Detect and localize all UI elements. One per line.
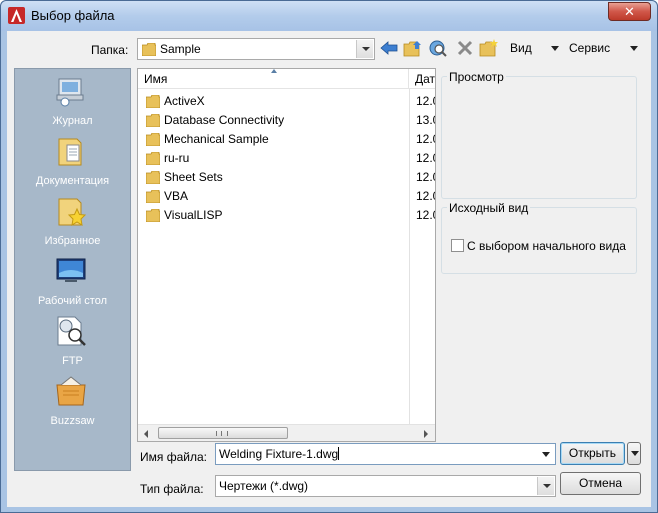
folder-icon: [146, 133, 160, 146]
file-list-row[interactable]: Database Connectivity13.0: [138, 111, 435, 130]
place-ftp-label: FTP: [62, 355, 83, 367]
desktop-icon: [56, 258, 86, 282]
folder-icon: [146, 209, 160, 222]
scroll-left-icon[interactable]: [144, 430, 148, 438]
preview-group: [441, 76, 637, 199]
filetype-label: Тип файла:: [140, 482, 204, 496]
column-header-name-label: Имя: [144, 72, 168, 86]
cancel-button[interactable]: Отмена: [560, 472, 641, 495]
scrollbar-grip: [216, 431, 228, 436]
place-buzzsaw-label: Buzzsaw: [50, 415, 95, 427]
history-icon: [56, 78, 84, 107]
place-favorites[interactable]: Избранное: [15, 191, 130, 251]
file-list-row[interactable]: Sheet Sets12.0: [138, 168, 435, 187]
filetype-value: Чертежи (*.dwg): [219, 479, 309, 493]
place-favorites-label: Избранное: [44, 235, 101, 247]
view-menu-button[interactable]: Вид: [510, 41, 532, 55]
file-list-row[interactable]: ru-ru12.0: [138, 149, 435, 168]
filename-value: Welding Fixture-1.dwg: [219, 447, 340, 461]
folder-icon: [146, 171, 160, 184]
close-button[interactable]: ✕: [608, 2, 651, 21]
window-title: Выбор файла: [31, 8, 115, 23]
initial-view-title: Исходный вид: [447, 201, 531, 215]
filetype-combo[interactable]: Чертежи (*.dwg): [215, 475, 556, 497]
initial-view-checkbox[interactable]: [451, 239, 464, 252]
folder-icon: [146, 95, 160, 108]
filename-text: Welding Fixture-1.dwg: [219, 447, 339, 461]
delete-icon[interactable]: [455, 39, 475, 57]
back-arrow-icon[interactable]: [379, 39, 399, 57]
open-button[interactable]: Открыть: [560, 442, 625, 465]
folder-icon: [146, 152, 160, 165]
folder-combo-value: Sample: [160, 42, 201, 56]
file-name: Sheet Sets: [164, 170, 223, 184]
folder-combo[interactable]: Sample: [137, 38, 375, 60]
place-ftp[interactable]: FTP: [15, 311, 130, 371]
sort-ascending-icon: [271, 69, 277, 73]
place-history-label: Журнал: [52, 115, 93, 127]
column-header-date-label: Дат: [415, 72, 436, 86]
filename-input[interactable]: Welding Fixture-1.dwg: [215, 443, 556, 465]
file-list-row[interactable]: VisualLISP12.0: [138, 206, 435, 225]
file-name: Mechanical Sample: [164, 132, 269, 146]
text-caret: [338, 447, 340, 460]
folder-icon: [146, 114, 160, 127]
buzzsaw-icon: [56, 376, 86, 406]
scrollbar-thumb[interactable]: [158, 427, 288, 439]
file-list-row[interactable]: Mechanical Sample12.0: [138, 130, 435, 149]
file-list-row[interactable]: VBA12.0: [138, 187, 435, 206]
file-name: VisualLISP: [164, 208, 223, 222]
file-list-row[interactable]: ActiveX12.0: [138, 92, 435, 111]
filename-dropdown-icon[interactable]: [542, 452, 550, 457]
view-dropdown-icon[interactable]: [551, 46, 559, 51]
up-folder-icon[interactable]: [403, 39, 423, 57]
column-header-name[interactable]: Имя: [138, 69, 409, 89]
folder-label: Папка:: [91, 43, 128, 57]
folder-combo-dropdown-icon[interactable]: [356, 40, 373, 58]
file-name: Database Connectivity: [164, 113, 285, 127]
preview-title: Просмотр: [447, 70, 506, 84]
place-documents-label: Документация: [35, 175, 110, 187]
file-name: ActiveX: [164, 94, 205, 108]
scroll-right-icon[interactable]: [424, 430, 428, 438]
autocad-app-icon: [8, 7, 25, 24]
file-name: VBA: [164, 189, 189, 203]
file-list: Имя Дат ActiveX12.0Database Connectivity…: [137, 68, 436, 442]
place-desktop-label: Рабочий стол: [37, 295, 108, 307]
search-web-icon[interactable]: [428, 39, 448, 57]
column-header-date[interactable]: Дат: [409, 69, 435, 89]
tools-menu-button[interactable]: Сервис: [569, 41, 610, 55]
place-buzzsaw[interactable]: Buzzsaw: [15, 371, 130, 431]
date-column-area: [409, 89, 435, 424]
folder-icon: [142, 43, 156, 56]
tools-dropdown-icon[interactable]: [630, 46, 638, 51]
ftp-icon: [57, 316, 86, 346]
new-folder-icon[interactable]: [479, 39, 499, 57]
place-desktop[interactable]: Рабочий стол: [15, 251, 130, 311]
filetype-dropdown-icon[interactable]: [537, 477, 554, 495]
favorites-folder-icon: [58, 198, 87, 226]
open-options-dropdown-icon: [631, 451, 639, 456]
folder-icon: [146, 190, 160, 203]
place-history[interactable]: Журнал: [15, 71, 130, 131]
file-dialog-window: Выбор файла ✕ Папка: Sample Вид Сервис Ж…: [0, 0, 658, 513]
dialog-body: Папка: Sample Вид Сервис Журнал Документ…: [7, 31, 651, 507]
initial-view-checkbox-label[interactable]: С выбором начального вида: [467, 239, 626, 253]
folder-label-text: Папка:: [91, 43, 129, 57]
title-bar[interactable]: Выбор файла ✕: [1, 1, 657, 31]
open-options-button[interactable]: [627, 442, 641, 465]
places-bar: Журнал Документация Избранное Рабочий ст…: [14, 68, 131, 471]
documents-folder-icon: [58, 138, 82, 166]
filename-label: Имя файла:: [140, 450, 207, 464]
place-documents[interactable]: Документация: [15, 131, 130, 191]
file-name: ru-ru: [164, 151, 190, 165]
horizontal-scrollbar[interactable]: [138, 424, 435, 441]
